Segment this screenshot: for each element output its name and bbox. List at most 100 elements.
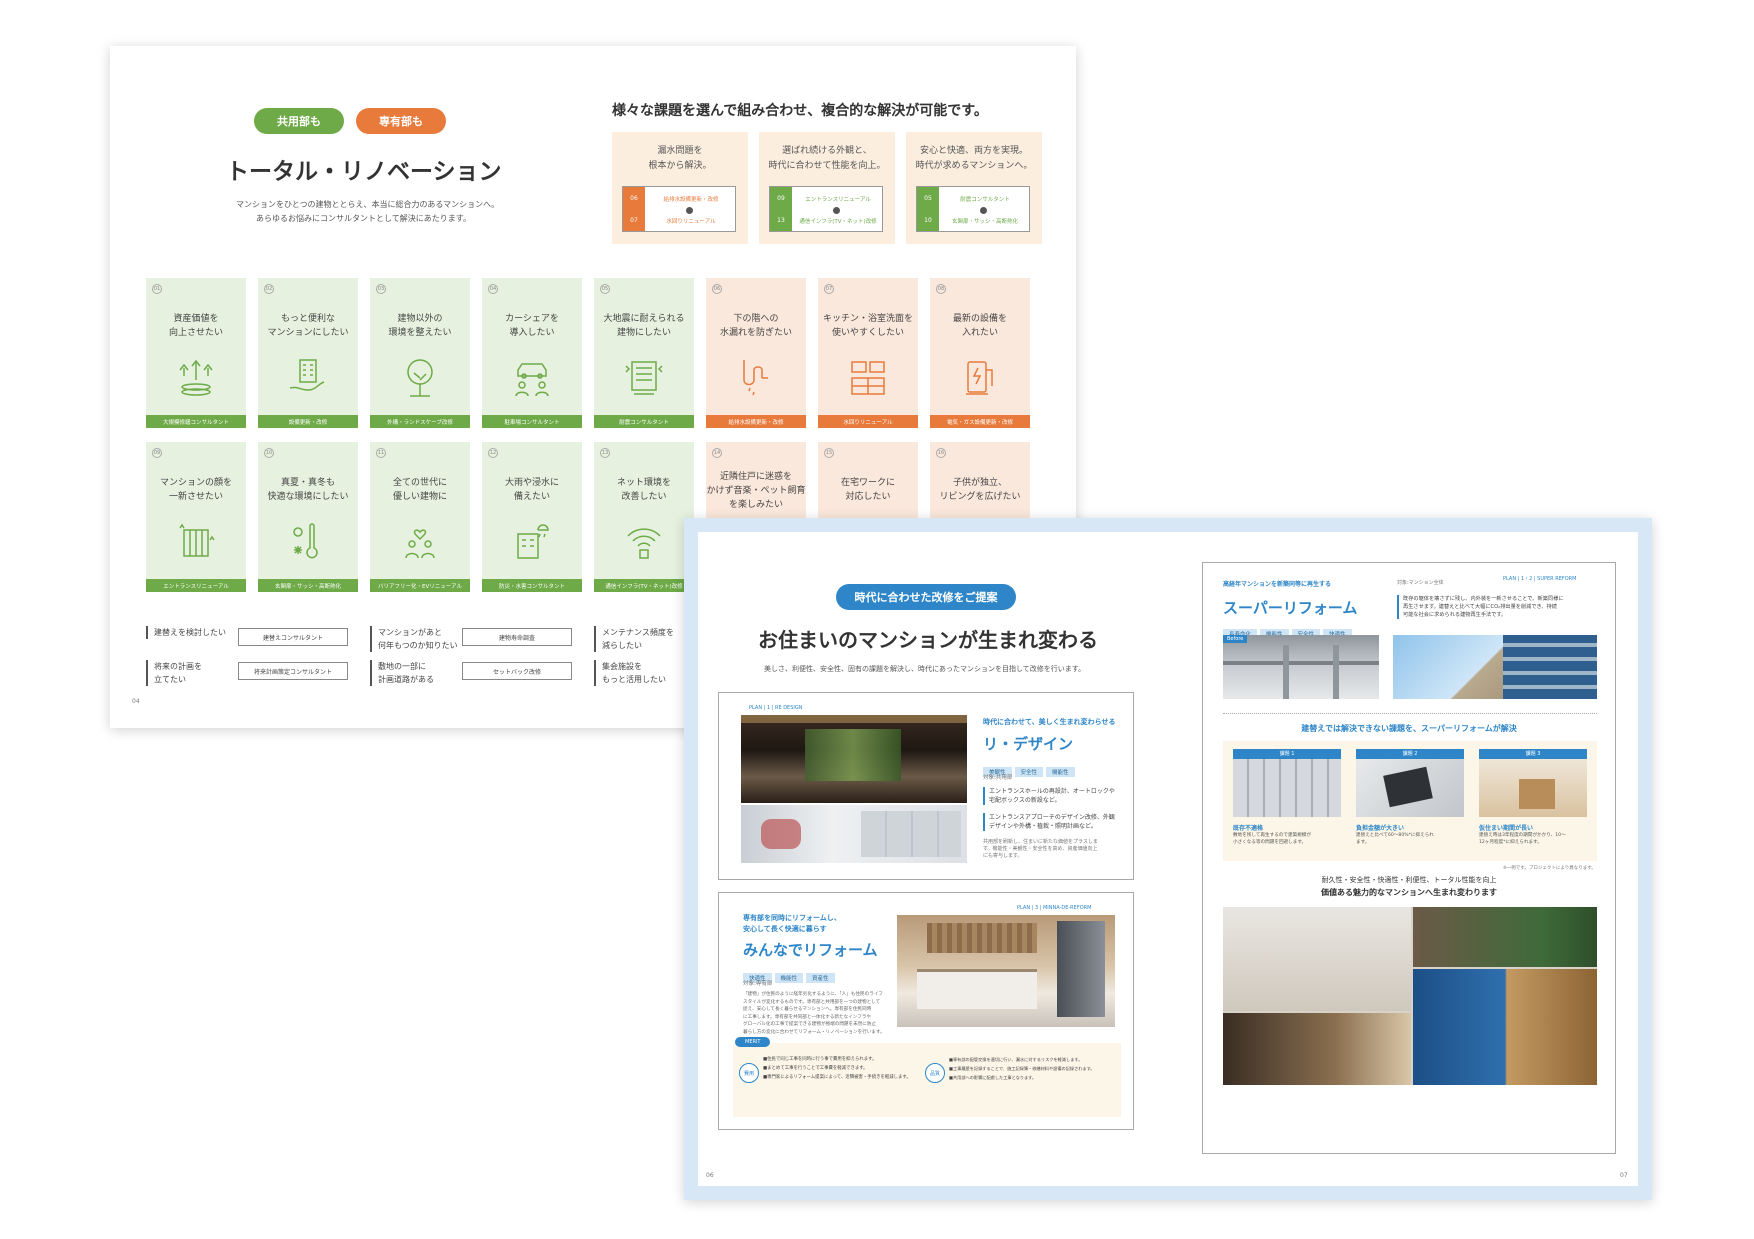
issue-line: 建替えと比べて60〜80%*に抑えられ (1356, 833, 1434, 838)
page-title: トータル・リノベーション (226, 159, 502, 185)
card-label: 水漏れを防ぎたい (719, 328, 792, 338)
issue-card-02: 02 もっと便利な マンションにしたい 設備更新・改修 (258, 278, 358, 428)
closing-line-1: 耐久性・安全性・快適性・利便性、トータル性能を向上 (1321, 876, 1497, 884)
answer-box: セットバック改修 (462, 662, 572, 680)
card-label: を楽しみたい (728, 500, 783, 510)
card-category-bar: 玄関扉・サッシ・高断熱化 (258, 579, 358, 592)
card-label: 大地震に耐えられる (603, 314, 685, 324)
body-text: 「建物」が住民のように経年劣化するように、「人」も住民のライフ (743, 992, 883, 997)
body-text: 暮らし方の変化に合わせてリフォーム・リノベーションを行います。 (743, 1029, 885, 1035)
page-number-right: 07 (1620, 1172, 1628, 1179)
issue-item-3: 課題 3 仮住まい期間が長い 建替え時は3年程度の期間がかかり、10〜 12ヶ月程… (1479, 749, 1587, 846)
combo-text: 時代に合わせて性能を向上。 (768, 161, 886, 171)
card-label: かけず音楽・ペット飼育 (706, 486, 806, 496)
combo-mini-card: 05 10 耐震コンサルタント 玄関扉・サッシ・高断熱化 (916, 186, 1030, 232)
super-title: スーパーリフォーム (1223, 599, 1358, 617)
intercom-photo (741, 805, 967, 863)
card-label: 最新の設備を (952, 314, 1007, 324)
card-label: 資産価値を (173, 314, 219, 324)
merit-quality-list: ■専有部の配管交換を適切に行い、漏水に対するリスクを軽減します。 ■工事履歴を記録… (949, 1055, 1095, 1082)
card-label: リビングを広げたい (939, 492, 1021, 502)
issue-card-06: 06 下の階への 水漏れを防ぎたい 給排水設備更新・改修 (706, 278, 806, 428)
combo-headline: 様々な課題を選んで組み合わせ、複合的な解決が可能です。 (612, 103, 988, 119)
question-text: 何年もつのか知りたい (378, 641, 458, 650)
minna-subtitle: 安心して長く快適に暮らす (743, 925, 827, 933)
plan-label: PLAN | 3 | MINNA-DE-REFORM (1017, 905, 1092, 911)
tag: 機能性 (1046, 767, 1075, 777)
issue-card-12: 12 大雨や浸水に 備えたい 防災・水害コンサルタント (482, 442, 582, 592)
plus-icon (980, 207, 987, 214)
before-photo: Before (1223, 635, 1379, 699)
issue-text: 建替えと比べて60〜80%*に抑えられ ます。 (1356, 832, 1464, 846)
card-number: 16 (936, 448, 946, 458)
bullet-text: デザインや外構・植栽・照明計画など。 (989, 823, 1097, 830)
bullet-text: エントランスホールの再設計、オートロックや (989, 788, 1115, 795)
question-text: 集会施設を (602, 662, 642, 671)
card-category-bar: 通信インフラ(TV・ネット)改修 (594, 579, 694, 592)
combo-item: 通信インフラ(TV・ネット)改修 (799, 219, 877, 225)
card-category-bar: 駐車場コンサルタント (482, 415, 582, 428)
combo-box-3: 安心と快適、両方を実現。 時代が求めるマンションへ。 05 10 耐震コンサルタント… (906, 132, 1042, 244)
body-text: 再生させます。建替えと比べて大幅にCO₂排出量を削減でき、持続 (1403, 604, 1557, 610)
card-label: 環境を整えたい (388, 328, 452, 338)
merit-cost-badge: 費用 (739, 1063, 759, 1083)
card-label: 入れたい (961, 328, 998, 338)
merit-text: ■工事履歴を記録することで、施工記録簿・修繕材料や設備の記録されます。 (949, 1066, 1095, 1071)
minna-title: みんなでリフォーム (743, 941, 878, 959)
bullet-text: エントランスアプローチのデザイン改修、外観 (989, 814, 1115, 821)
rising-coins-icon (179, 359, 213, 396)
combo-num: 10 (924, 216, 932, 224)
question-text: 立てたい (154, 675, 186, 684)
combo-item: 給排水設備更新・改修 (663, 197, 719, 203)
issue-title: 仮住まい期間が長い (1479, 825, 1534, 832)
redesign-title: リ・デザイン (983, 735, 1074, 753)
closing-line-2: 価値ある魅力的なマンションへ生まれ変わります (1321, 888, 1497, 897)
divider (1223, 713, 1597, 714)
card-number: 02 (264, 284, 274, 294)
pipe-leak-icon (743, 360, 768, 396)
question-text: メンテナンス頻度を (602, 628, 674, 637)
merit-block: MERIT 費用 ■住民で同じ工事を同時に行う事で費用を抑えられます。 ■まとめて… (733, 1037, 1121, 1117)
body-text: 既存の躯体を壊さずに残し、内外装を一新させることで、新築同様に (1403, 596, 1564, 602)
card-category-bar: 防災・水害コンサルタント (482, 579, 582, 592)
combo-item: 水回りリニューアル (666, 219, 716, 225)
quake-building-icon (625, 361, 663, 395)
combo-mini-card: 06 07 給排水設備更新・改修 水回りリニューアル (622, 186, 736, 232)
lead-line-2: あらゆるお悩みにコンサルタントとして解決にあたります。 (256, 214, 471, 223)
card-label: 建物にしたい (616, 328, 671, 338)
bullet-block: エントランスアプローチのデザイン改修、外観 デザインや外構・植栽・照明計画など。 (983, 813, 1115, 831)
building-photo (1393, 635, 1597, 699)
card-number: 05 (600, 284, 610, 294)
card-label: キッチン・浴室洗面を (822, 314, 913, 324)
merit-text: ■住民で同じ工事を同時に行う事で費用を抑えられます。 (763, 1057, 877, 1062)
card-label: 優しい建物に (392, 492, 447, 502)
issue-text: 敷地を残して再生するので建築規模が 小さくなる等の問題を回避します。 (1233, 832, 1341, 846)
lobby-photo (741, 715, 967, 803)
card-number: 12 (488, 448, 498, 458)
rain-building-icon (517, 524, 549, 559)
target-label: 対象:共用部 (983, 775, 1013, 781)
combo-text: 選ばれ続ける外観と、 (782, 146, 872, 156)
card-number: 03 (376, 284, 386, 294)
page-number: 04 (132, 698, 140, 705)
answer-box: 将来計画策定コンサルタント (238, 662, 348, 680)
combo-num: 09 (777, 194, 785, 202)
card-category-bar: 耐震コンサルタント (594, 415, 694, 428)
body-text: に工事します。専有部を共同部と一体化する新たなインフラや (743, 1014, 872, 1020)
card-label: 在宅ワークに (840, 478, 895, 488)
combo-box-1: 漏水問題を 根本から解決。 06 07 給排水設備更新・改修 水回りリニューアル (612, 132, 748, 244)
redesign-body: 共用部を刷新し、住まいに新たな価値をプラスしま す。機能性・美観性・安全性を高め、… (983, 839, 1098, 860)
issue-card-09: 09 マンションの顔を 一新させたい エントランスリニューアル (146, 442, 246, 592)
plus-icon (833, 207, 840, 214)
card-label: 使いやすくしたい (831, 328, 904, 338)
card-category-bar: バリアフリー化・EVリニューアル (370, 579, 470, 592)
card-category-bar: 給排水設備更新・改修 (706, 415, 806, 428)
card-label: もっと便利な (280, 314, 335, 324)
merit-text: ■専門家によるリフォーム提案によって、近隣被害・手続きを軽減します。 (763, 1075, 911, 1080)
combo-num: 07 (630, 216, 638, 224)
card-label: カーシェアを (505, 314, 559, 324)
answer-box: 建替えコンサルタント (238, 628, 348, 646)
kitchen-photo (897, 915, 1115, 1027)
issue-line: 建替え時は3年程度の期間がかかり、10〜 (1479, 833, 1566, 838)
combo-box-2: 選ばれ続ける外観と、 時代に合わせて性能を向上。 09 13 エントランスリニューア… (759, 132, 895, 244)
